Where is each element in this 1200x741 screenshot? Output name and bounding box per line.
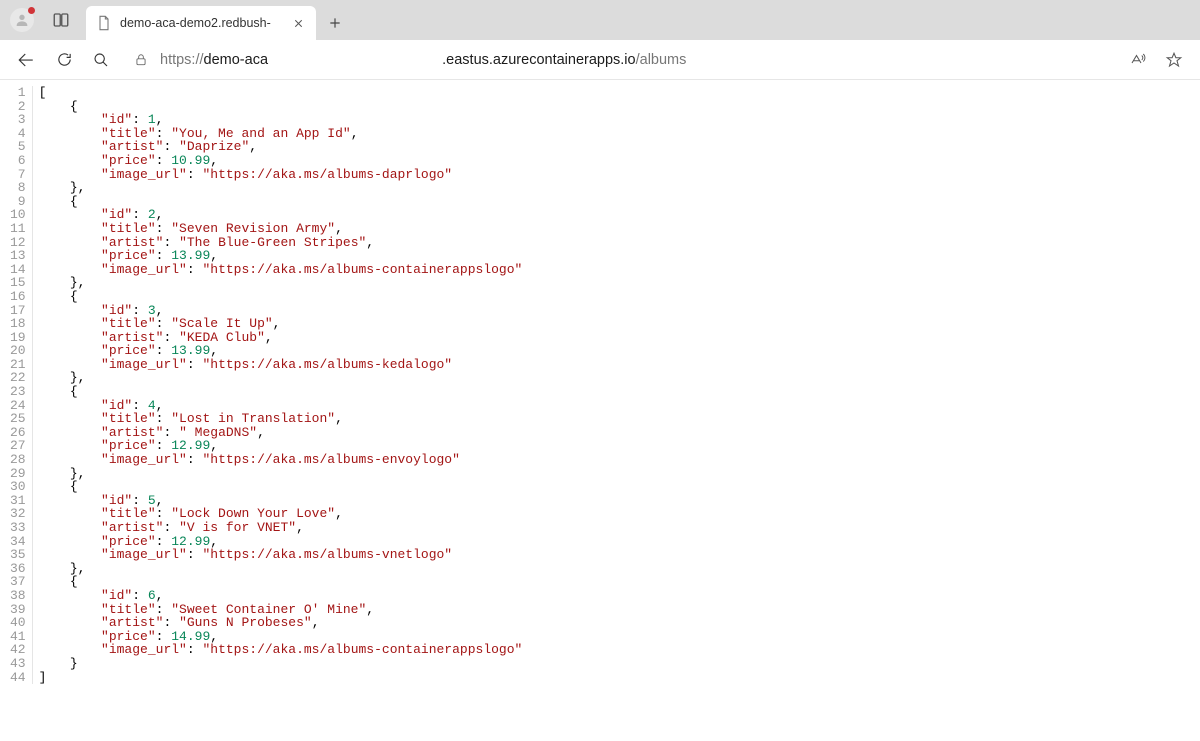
profile-button[interactable]: [6, 4, 38, 36]
site-info-button[interactable]: [130, 53, 152, 67]
browser-toolbar: https://demo-aca-demo2.redbush-abcd1234.…: [0, 40, 1200, 80]
search-button[interactable]: [84, 44, 118, 76]
notification-dot-icon: [28, 7, 35, 14]
lock-icon: [134, 53, 148, 67]
url-text: https://demo-aca-demo2.redbush-abcd1234.…: [160, 52, 1108, 68]
back-button[interactable]: [8, 44, 44, 76]
read-aloud-button[interactable]: [1120, 44, 1156, 76]
tab-strip: demo-aca-demo2.redbush-: [86, 0, 350, 40]
line-number-gutter: 1234567891011121314151617181920212223242…: [0, 86, 33, 684]
favorite-button[interactable]: [1156, 44, 1192, 76]
new-tab-button[interactable]: [320, 8, 350, 38]
browser-tab[interactable]: demo-aca-demo2.redbush-: [86, 6, 316, 40]
workspaces-button[interactable]: [44, 3, 78, 37]
json-viewer: 1234567891011121314151617181920212223242…: [0, 80, 1200, 684]
tab-close-button[interactable]: [290, 15, 306, 31]
json-content[interactable]: [ { "id": 1, "title": "You, Me and an Ap…: [33, 86, 523, 684]
browser-titlebar: demo-aca-demo2.redbush-: [0, 0, 1200, 40]
address-bar[interactable]: https://demo-aca-demo2.redbush-abcd1234.…: [124, 45, 1114, 75]
tab-title: demo-aca-demo2.redbush-: [120, 16, 282, 30]
page-icon: [96, 15, 112, 31]
refresh-button[interactable]: [46, 44, 82, 76]
